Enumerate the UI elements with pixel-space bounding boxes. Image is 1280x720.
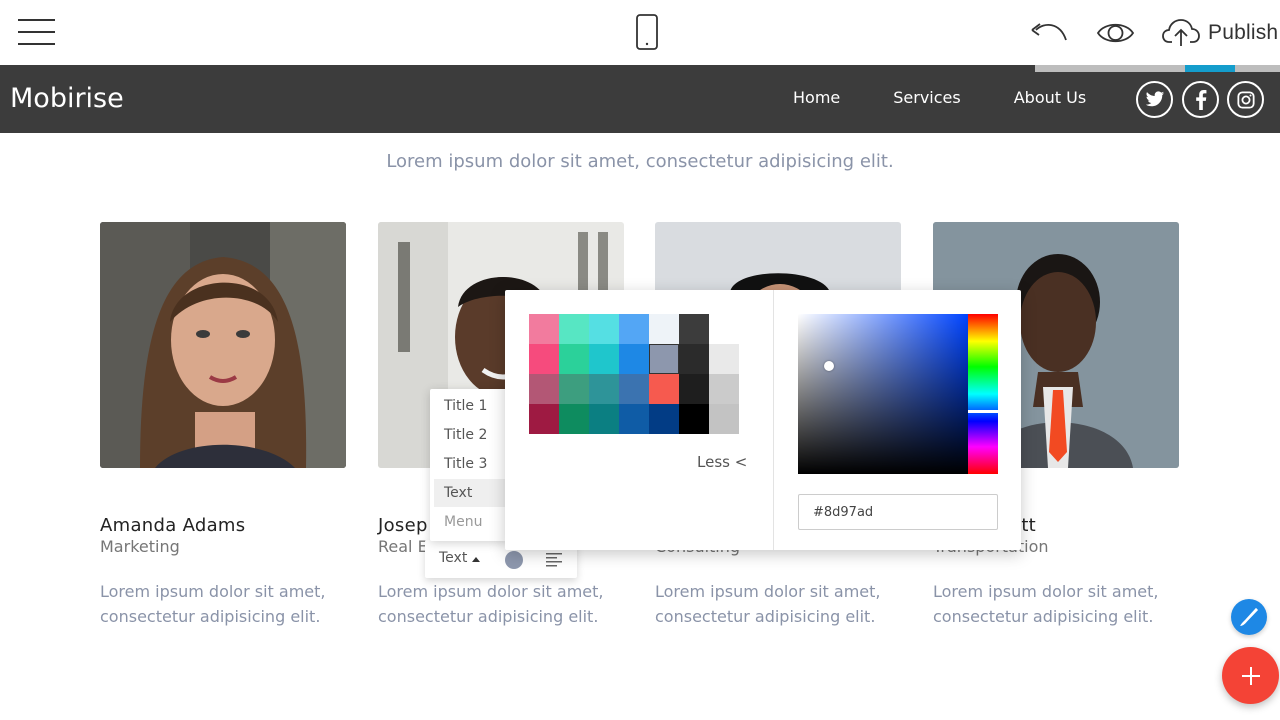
publish-button[interactable]: Publish: [1162, 17, 1278, 49]
color-swatch[interactable]: [589, 374, 619, 404]
dropdown-item-title-3[interactable]: Title 3: [434, 450, 506, 478]
text-style-select[interactable]: Text: [439, 550, 467, 566]
color-swatch[interactable]: [559, 344, 589, 374]
text-style-dropdown: Title 1 Title 2 Title 3 Text Menu: [430, 389, 508, 541]
color-swatch[interactable]: [529, 404, 559, 434]
twitter-icon[interactable]: [1136, 81, 1173, 118]
nav-link-about-us[interactable]: About Us: [1014, 88, 1086, 107]
edit-styles-button[interactable]: [1231, 599, 1267, 635]
facebook-icon[interactable]: [1182, 81, 1219, 118]
publish-progress-bar: [1035, 65, 1280, 72]
color-swatch[interactable]: [529, 314, 559, 344]
nav-link-services[interactable]: Services: [893, 88, 960, 107]
align-left-icon[interactable]: [545, 551, 563, 567]
publish-label: Publish: [1208, 21, 1279, 44]
undo-icon[interactable]: [1030, 18, 1070, 46]
color-swatch[interactable]: [649, 314, 679, 344]
color-swatch[interactable]: [619, 314, 649, 344]
plus-icon: [1241, 666, 1260, 685]
team-member-desc-2: Lorem ipsum dolor sit amet, consectetur …: [378, 582, 604, 626]
dropdown-item-menu[interactable]: Menu: [434, 508, 506, 536]
saturation-handle[interactable]: [824, 361, 834, 371]
hue-slider-marker[interactable]: [968, 410, 998, 413]
section-subtitle: Lorem ipsum dolor sit amet, consectetur …: [386, 151, 894, 172]
preview-eye-icon[interactable]: [1097, 20, 1134, 46]
dropdown-item-title-2[interactable]: Title 2: [434, 421, 506, 449]
color-swatch[interactable]: [709, 404, 739, 434]
color-swatch[interactable]: [679, 314, 709, 344]
caret-up-icon: [472, 557, 480, 562]
color-swatch[interactable]: [709, 374, 739, 404]
color-swatch[interactable]: [709, 344, 739, 374]
color-swatch[interactable]: [559, 314, 589, 344]
color-swatch[interactable]: [589, 344, 619, 374]
site-navbar: Mobirise Home Services About Us: [0, 65, 1280, 133]
team-member-desc-1: Lorem ipsum dolor sit amet, consectetur …: [100, 582, 326, 626]
color-picker-popup: Less <: [505, 290, 1021, 550]
color-swatch[interactable]: [619, 344, 649, 374]
team-member-desc-4: Lorem ipsum dolor sit amet, consectetur …: [933, 582, 1159, 626]
nav-link-home[interactable]: Home: [793, 88, 840, 107]
color-swatch[interactable]: [649, 374, 679, 404]
color-swatch[interactable]: [529, 374, 559, 404]
color-swatch[interactable]: [589, 404, 619, 434]
cloud-upload-icon: [1162, 19, 1200, 46]
color-swatch[interactable]: [529, 344, 559, 374]
publish-progress-segment: [1185, 65, 1235, 72]
team-member-photo-1: [100, 222, 346, 468]
color-swatch[interactable]: [649, 404, 679, 434]
color-swatch[interactable]: [649, 344, 679, 374]
less-colors-button[interactable]: Less <: [697, 453, 747, 471]
hex-color-input[interactable]: [798, 494, 998, 530]
hue-slider[interactable]: [968, 314, 998, 474]
color-swatch[interactable]: [679, 404, 709, 434]
nav-links: Home Services About Us: [793, 88, 1139, 107]
picker-divider: [773, 290, 774, 550]
text-color-swatch[interactable]: [505, 551, 523, 569]
dropdown-item-text[interactable]: Text: [434, 479, 506, 507]
color-swatch[interactable]: [679, 344, 709, 374]
editor-topbar: Publish: [0, 0, 1280, 65]
brand-logo-text[interactable]: Mobirise: [10, 83, 124, 114]
team-member-desc-3: Lorem ipsum dolor sit amet, consectetur …: [655, 582, 881, 626]
team-member-role-2: Real E: [378, 537, 428, 556]
color-swatch[interactable]: [679, 374, 709, 404]
team-member-name-1: Amanda Adams: [100, 515, 246, 536]
color-palette-grid: [529, 314, 739, 434]
color-swatch[interactable]: [619, 404, 649, 434]
add-block-button[interactable]: [1222, 647, 1279, 704]
saturation-value-area[interactable]: [798, 314, 968, 474]
dropdown-item-title-1[interactable]: Title 1: [434, 392, 506, 420]
instagram-icon[interactable]: [1227, 81, 1264, 118]
color-swatch[interactable]: [619, 374, 649, 404]
mobile-view-icon[interactable]: [636, 14, 658, 50]
brush-icon: [1240, 607, 1259, 627]
color-swatch[interactable]: [559, 404, 589, 434]
team-member-name-2: Josep: [378, 515, 428, 536]
color-swatch[interactable]: [589, 314, 619, 344]
color-swatch[interactable]: [559, 374, 589, 404]
hamburger-menu-icon[interactable]: [18, 18, 55, 46]
team-member-role-1: Marketing: [100, 537, 180, 556]
